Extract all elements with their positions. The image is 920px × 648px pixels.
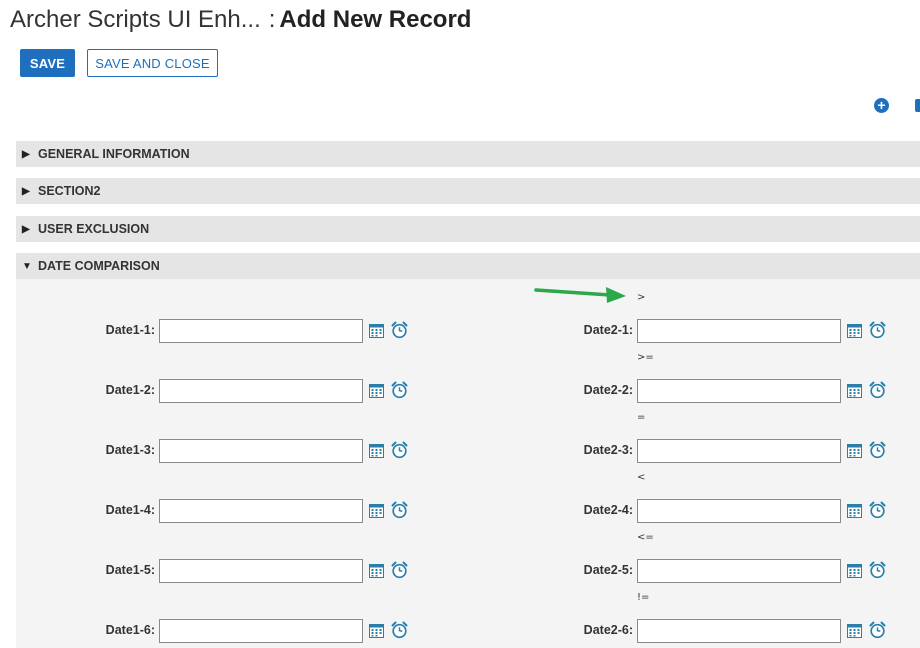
date2-input[interactable] [637,619,841,643]
app-name: Archer Scripts UI Enh... [10,6,261,33]
collapsed-arrow-icon: ▶ [22,148,30,160]
calendar-icon[interactable] [847,383,862,398]
date-row: Date1-1: Date2-1: [0,319,920,343]
date2-input[interactable] [637,499,841,523]
save-button[interactable]: SAVE [20,49,75,77]
collapsed-arrow-icon: ▶ [22,185,30,197]
collapsed-arrow-icon: ▶ [22,223,30,235]
page-title: Archer Scripts UI Enh...: Add New Record [10,4,471,36]
alarm-clock-icon[interactable] [391,501,408,519]
date1-label: Date1-4: [105,503,155,517]
title-separator: : [268,6,276,33]
date1-label: Date1-3: [105,443,155,457]
date-row: Date1-6: Date2-6: [0,619,920,643]
calendar-icon[interactable] [369,623,384,638]
green-arrow-icon [534,287,626,303]
section-label: DATE COMPARISON [38,259,160,273]
date1-label: Date1-1: [105,323,155,337]
alarm-clock-icon[interactable] [869,381,886,399]
date2-input[interactable] [637,379,841,403]
alarm-clock-icon[interactable] [391,381,408,399]
alarm-clock-icon[interactable] [391,441,408,459]
date-row: Date1-5: Date2-5: [0,559,920,583]
date-row: Date1-2: Date2-2: [0,379,920,403]
date2-input[interactable] [637,319,841,343]
operator-label: != [637,592,650,603]
calendar-icon[interactable] [369,443,384,458]
date1-input[interactable] [159,319,363,343]
calendar-icon[interactable] [369,563,384,578]
alarm-clock-icon[interactable] [869,321,886,339]
save-and-close-button[interactable]: SAVE AND CLOSE [87,49,218,77]
section-general-information[interactable]: ▶ GENERAL INFORMATION [16,141,920,167]
date1-input[interactable] [159,439,363,463]
alarm-clock-icon[interactable] [869,561,886,579]
date2-label: Date2-6: [583,623,633,637]
date2-input[interactable] [637,559,841,583]
toolbar-edge-icon[interactable] [915,99,920,112]
section-user-exclusion[interactable]: ▶ USER EXCLUSION [16,216,920,242]
alarm-clock-icon[interactable] [391,561,408,579]
record-title: Add New Record [279,6,472,33]
date2-label: Date2-1: [583,323,633,337]
section-label: GENERAL INFORMATION [38,147,190,161]
expanded-arrow-icon: ▼ [22,260,32,272]
date1-input[interactable] [159,619,363,643]
calendar-icon[interactable] [369,503,384,518]
calendar-icon[interactable] [369,323,384,338]
date2-input[interactable] [637,439,841,463]
operator-label: = [637,412,646,423]
date1-input[interactable] [159,379,363,403]
operator-label: < [637,472,646,483]
plus-circle-icon[interactable]: + [874,98,889,113]
date1-label: Date1-6: [105,623,155,637]
alarm-clock-icon[interactable] [869,441,886,459]
calendar-icon[interactable] [847,443,862,458]
date2-label: Date2-5: [583,563,633,577]
calendar-icon[interactable] [369,383,384,398]
section-label: SECTION2 [38,184,101,198]
alarm-clock-icon[interactable] [869,501,886,519]
calendar-icon[interactable] [847,503,862,518]
date-row: Date1-4: Date2-4: [0,499,920,523]
date2-label: Date2-3: [583,443,633,457]
date-row: Date1-3: Date2-3: [0,439,920,463]
calendar-icon[interactable] [847,323,862,338]
calendar-icon[interactable] [847,623,862,638]
alarm-clock-icon[interactable] [869,621,886,639]
date1-input[interactable] [159,499,363,523]
date2-label: Date2-2: [583,383,633,397]
section-section2[interactable]: ▶ SECTION2 [16,178,920,204]
alarm-clock-icon[interactable] [391,621,408,639]
date1-input[interactable] [159,559,363,583]
section-label: USER EXCLUSION [38,222,150,236]
date1-label: Date1-2: [105,383,155,397]
date2-label: Date2-4: [583,503,633,517]
section-date-comparison[interactable]: ▼ DATE COMPARISON [16,253,920,279]
calendar-icon[interactable] [847,563,862,578]
operator-label: > [637,292,646,303]
operator-label: >= [637,352,654,363]
date1-label: Date1-5: [105,563,155,577]
operator-label: <= [637,532,654,543]
alarm-clock-icon[interactable] [391,321,408,339]
